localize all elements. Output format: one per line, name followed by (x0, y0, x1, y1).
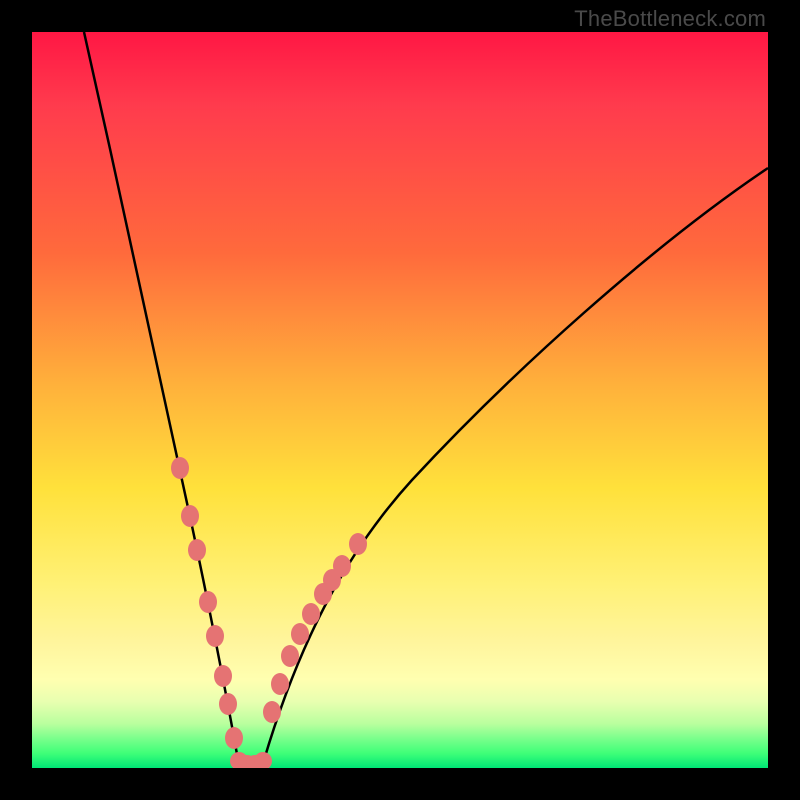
watermark-text: TheBottleneck.com (574, 6, 766, 32)
bead-right-1 (349, 533, 367, 555)
bead-right-5 (302, 603, 320, 625)
bead-right-9 (263, 701, 281, 723)
chart-frame: TheBottleneck.com (0, 0, 800, 800)
plot-area (32, 32, 768, 768)
curve-left (84, 32, 238, 760)
bead-left-3 (188, 539, 206, 561)
bead-bottom-4 (254, 752, 272, 768)
bead-left-7 (219, 693, 237, 715)
bead-left-5 (206, 625, 224, 647)
bead-left-4 (199, 591, 217, 613)
bead-left-2 (181, 505, 199, 527)
bead-left-8 (225, 727, 243, 749)
bead-right-6 (291, 623, 309, 645)
curve-right (264, 168, 768, 760)
bead-left-6 (214, 665, 232, 687)
bead-right-8 (271, 673, 289, 695)
bead-right-7 (281, 645, 299, 667)
bead-right-4 (314, 583, 332, 605)
bead-left-1 (171, 457, 189, 479)
chart-svg (32, 32, 768, 768)
